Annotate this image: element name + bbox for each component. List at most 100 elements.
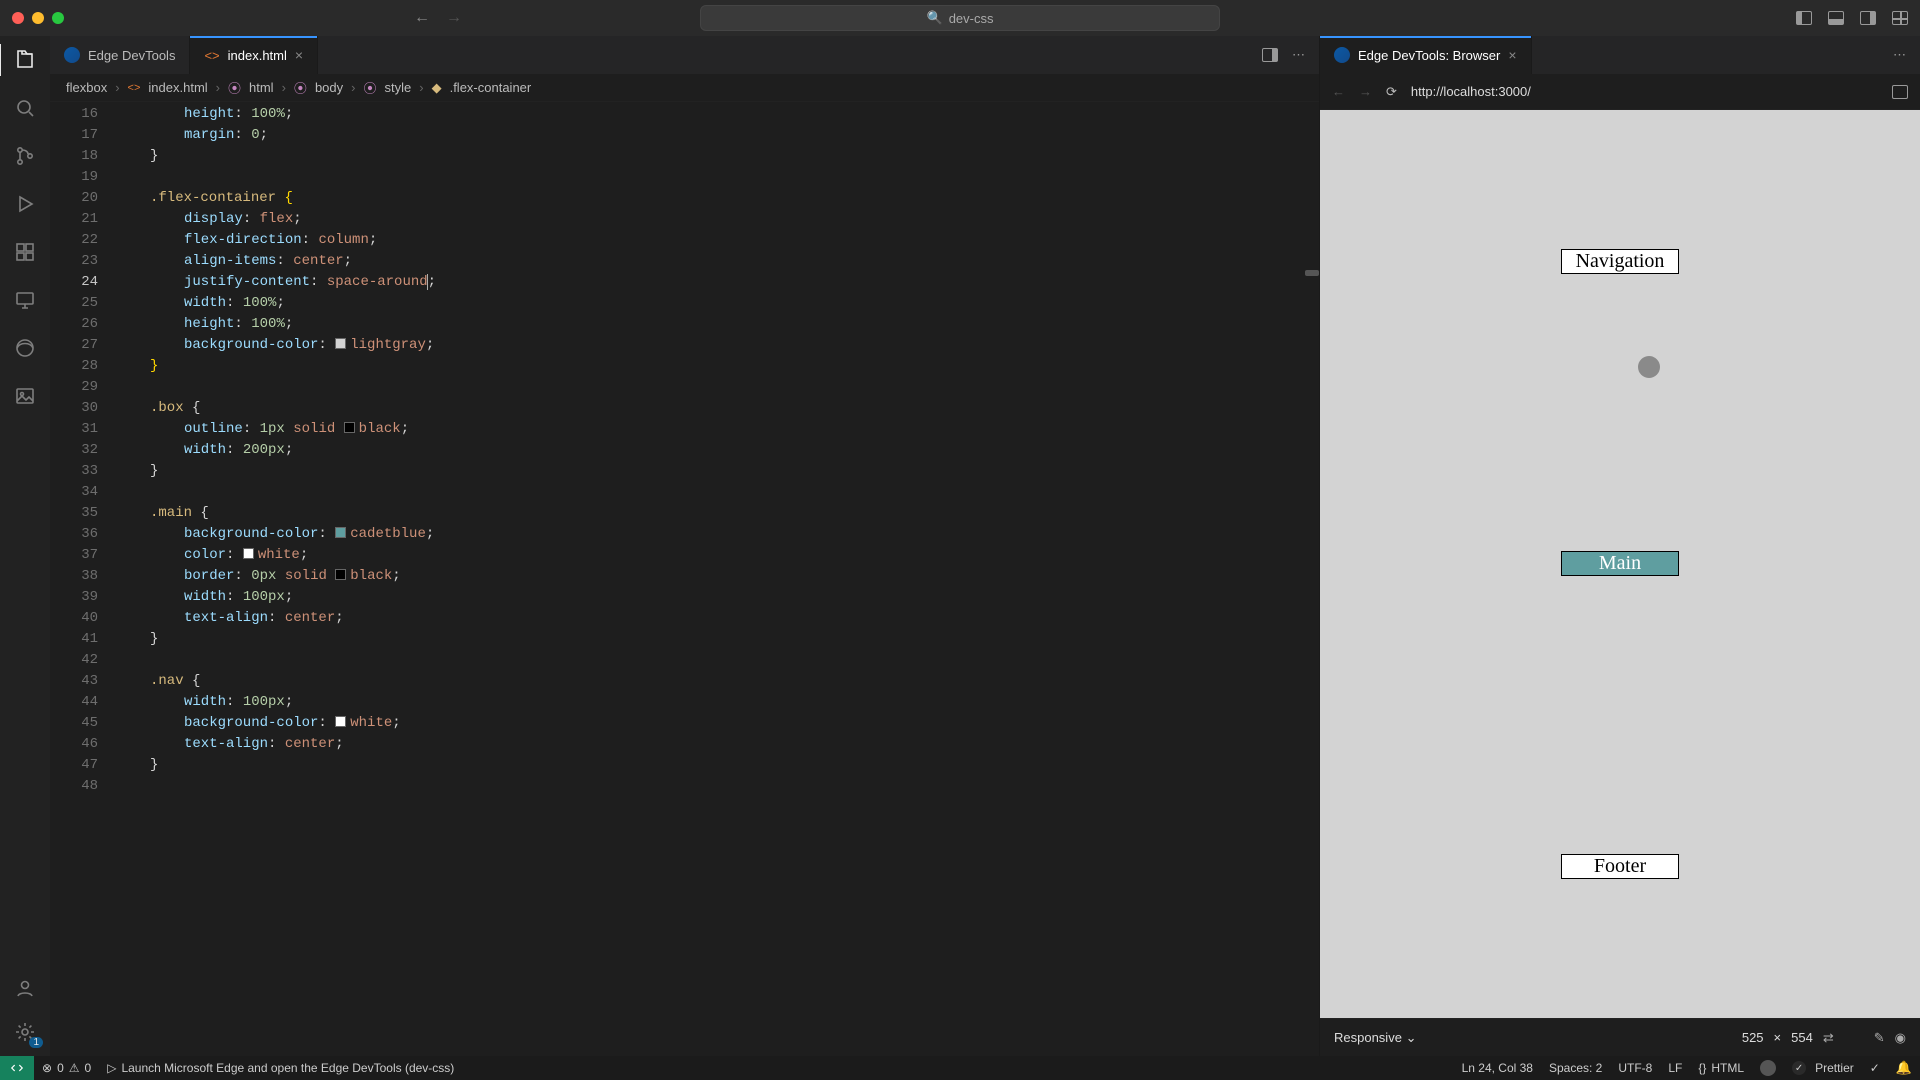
breadcrumb-node[interactable]: body xyxy=(315,80,343,95)
browser-back-icon[interactable]: ← xyxy=(1332,84,1345,99)
tab-edge-devtools[interactable]: Edge DevTools xyxy=(50,36,190,74)
breadcrumbs[interactable]: flexbox › <> index.html › ⦿ html › ⦿ bod… xyxy=(50,74,1319,102)
preview-nav-box: Navigation xyxy=(1561,249,1679,274)
search-view-icon[interactable] xyxy=(13,96,37,120)
status-bar: ⊗0 ⚠0 ▷ Launch Microsoft Edge and open t… xyxy=(0,1056,1920,1080)
customize-layout-icon[interactable] xyxy=(1892,11,1908,25)
tag-icon: ⦿ xyxy=(363,78,376,97)
search-text: dev-css xyxy=(949,11,994,26)
screenshot-icon[interactable]: ✎ xyxy=(1874,1030,1885,1046)
css-rule-icon: ◆ xyxy=(432,80,442,96)
tag-icon: ⦿ xyxy=(294,78,307,97)
edge-devtools-view-icon[interactable] xyxy=(13,336,37,360)
url-bar[interactable]: http://localhost:3000/ xyxy=(1411,84,1878,99)
rotate-icon[interactable]: ⇄ xyxy=(1823,1030,1834,1046)
toggle-sidebar-icon[interactable] xyxy=(1796,11,1812,25)
edge-icon xyxy=(64,47,80,63)
touch-cursor-icon xyxy=(1638,356,1660,378)
breadcrumb-node[interactable]: html xyxy=(249,80,274,95)
close-tab-icon[interactable]: × xyxy=(1508,47,1516,63)
explorer-icon[interactable] xyxy=(13,48,37,72)
tab-index-html[interactable]: <> index.html × xyxy=(190,36,318,74)
line-number-gutter: 1617181920212223242526272829303132333435… xyxy=(50,102,112,1056)
viewport-width[interactable]: 525 xyxy=(1742,1030,1764,1045)
source-control-icon[interactable] xyxy=(13,144,37,168)
breadcrumb-node[interactable]: style xyxy=(385,80,412,95)
run-debug-icon[interactable] xyxy=(13,192,37,216)
notifications-icon[interactable]: 🔔 xyxy=(1888,1060,1920,1076)
forward-icon[interactable]: → xyxy=(446,9,462,27)
activity-bar xyxy=(0,36,50,1056)
html-file-icon: <> xyxy=(128,82,141,94)
close-tab-icon[interactable]: × xyxy=(295,47,303,63)
inspect-icon[interactable] xyxy=(1892,85,1908,99)
feedback-icon[interactable]: ✓ xyxy=(1862,1060,1888,1076)
language-status[interactable]: {} HTML xyxy=(1690,1060,1752,1076)
image-view-icon[interactable] xyxy=(13,384,37,408)
chevron-right-icon: › xyxy=(419,80,423,95)
device-toolbar: Responsive ⌄ 525 × 554 ⇄ ✎ ◉ xyxy=(1320,1018,1920,1056)
remote-explorer-icon[interactable] xyxy=(13,288,37,312)
minimize-window-icon[interactable] xyxy=(32,12,44,24)
record-icon[interactable]: ◉ xyxy=(1895,1030,1906,1046)
tab-bar: Edge DevTools: Browser × ⋯ xyxy=(1320,36,1920,74)
braces-icon: {} xyxy=(1698,1061,1706,1075)
browser-viewport[interactable]: Navigation Main Footer xyxy=(1320,110,1920,1018)
times-icon: × xyxy=(1774,1030,1782,1045)
toggle-secondary-sidebar-icon[interactable] xyxy=(1860,11,1876,25)
warning-icon: ⚠ xyxy=(69,1061,80,1075)
copilot-icon xyxy=(1760,1060,1776,1076)
code-editor[interactable]: 1617181920212223242526272829303132333435… xyxy=(50,102,1319,1056)
preview-footer-box: Footer xyxy=(1561,854,1679,879)
editor-group-left: Edge DevTools <> index.html × ⋯ flexbox … xyxy=(50,36,1320,1056)
check-icon: ✓ xyxy=(1792,1061,1806,1075)
launch-edge-hint[interactable]: ▷ Launch Microsoft Edge and open the Edg… xyxy=(99,1061,462,1075)
chevron-down-icon: ⌄ xyxy=(1406,1030,1417,1045)
viewport-height[interactable]: 554 xyxy=(1791,1030,1813,1045)
close-window-icon[interactable] xyxy=(12,12,24,24)
chevron-right-icon: › xyxy=(351,80,355,95)
indent-status[interactable]: Spaces: 2 xyxy=(1541,1060,1610,1076)
split-editor-icon[interactable] xyxy=(1262,48,1278,62)
breadcrumb-folder[interactable]: flexbox xyxy=(66,80,107,95)
edge-icon xyxy=(1334,47,1350,63)
breadcrumb-file[interactable]: index.html xyxy=(148,80,207,95)
preview-main-box: Main xyxy=(1561,551,1679,576)
chevron-right-icon: › xyxy=(115,80,119,95)
code-content[interactable]: height: 100%;margin: 0;} .flex-container… xyxy=(112,102,1319,1056)
settings-gear-icon[interactable] xyxy=(13,1020,37,1044)
tab-edge-browser[interactable]: Edge DevTools: Browser × xyxy=(1320,36,1532,74)
device-mode-dropdown[interactable]: Responsive ⌄ xyxy=(1334,1030,1416,1046)
error-icon: ⊗ xyxy=(42,1061,52,1075)
prettier-status[interactable]: ✓ Prettier xyxy=(1784,1060,1862,1076)
browser-toolbar: ← → ⟳ http://localhost:3000/ xyxy=(1320,74,1920,110)
encoding-status[interactable]: UTF-8 xyxy=(1610,1060,1660,1076)
problems-status[interactable]: ⊗0 ⚠0 xyxy=(34,1061,99,1075)
browser-reload-icon[interactable]: ⟳ xyxy=(1386,84,1397,100)
more-actions-icon[interactable]: ⋯ xyxy=(1292,47,1305,63)
minimap-slider[interactable] xyxy=(1305,270,1319,276)
breadcrumb-node[interactable]: .flex-container xyxy=(450,80,532,95)
tab-label: Edge DevTools: Browser xyxy=(1358,48,1500,63)
cursor-position[interactable]: Ln 24, Col 38 xyxy=(1454,1060,1541,1076)
eol-status[interactable]: LF xyxy=(1660,1060,1690,1076)
more-actions-icon[interactable]: ⋯ xyxy=(1893,47,1906,63)
extensions-icon[interactable] xyxy=(13,240,37,264)
window-controls xyxy=(12,12,64,24)
debug-icon: ▷ xyxy=(107,1061,116,1075)
chevron-right-icon: › xyxy=(216,80,220,95)
remote-indicator[interactable] xyxy=(0,1056,34,1080)
copilot-status[interactable] xyxy=(1752,1060,1784,1076)
browser-forward-icon[interactable]: → xyxy=(1359,84,1372,99)
accounts-icon[interactable] xyxy=(13,976,37,1000)
titlebar: ← → 🔍 dev-css xyxy=(0,0,1920,36)
history-nav: ← → xyxy=(414,9,462,27)
back-icon[interactable]: ← xyxy=(414,9,430,27)
toggle-panel-icon[interactable] xyxy=(1828,11,1844,25)
maximize-window-icon[interactable] xyxy=(52,12,64,24)
html-file-icon: <> xyxy=(204,48,219,63)
tab-label: index.html xyxy=(228,48,287,63)
command-center[interactable]: 🔍 dev-css xyxy=(700,5,1220,31)
search-icon: 🔍 xyxy=(927,10,943,26)
editor-group-right: Edge DevTools: Browser × ⋯ ← → ⟳ http://… xyxy=(1320,36,1920,1056)
